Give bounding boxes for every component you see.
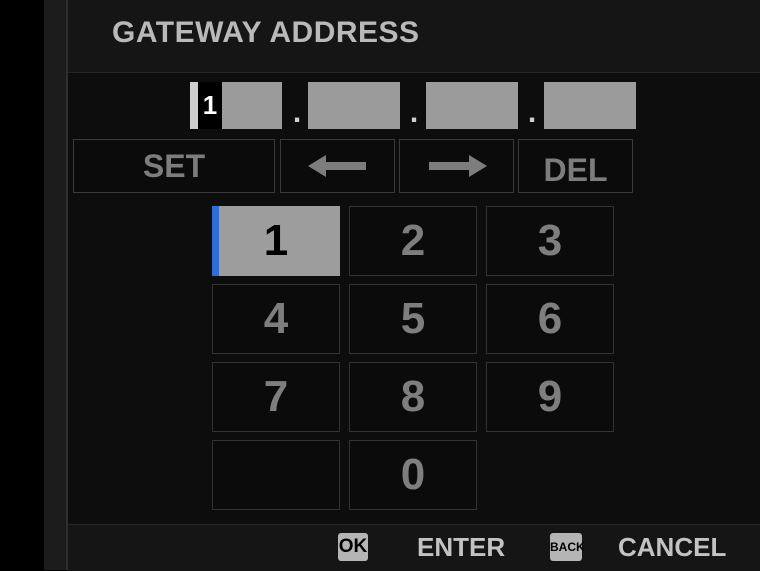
octet-field-1[interactable]: 1	[190, 82, 282, 129]
key-7[interactable]: 7	[212, 362, 340, 432]
key-8[interactable]: 8	[349, 362, 477, 432]
focus-indicator	[212, 206, 219, 276]
octet-field-1-marker	[190, 82, 198, 129]
key-blank[interactable]	[212, 440, 340, 510]
key-2[interactable]: 2	[349, 206, 477, 276]
delete-button[interactable]: DEL	[518, 139, 633, 193]
arrow-left-icon	[307, 155, 366, 177]
set-button[interactable]: SET	[73, 139, 275, 193]
octet-field-4[interactable]	[544, 82, 636, 129]
page-title: GATEWAY ADDRESS	[112, 16, 420, 49]
arrow-right-icon	[428, 155, 487, 177]
key-5[interactable]: 5	[349, 284, 477, 354]
enter-hint: ENTER	[417, 532, 506, 562]
cursor-right-button[interactable]	[399, 139, 514, 193]
left-side-bar	[44, 0, 66, 570]
octet-field-3[interactable]	[426, 82, 518, 129]
left-edge	[0, 0, 44, 570]
key-9[interactable]: 9	[486, 362, 614, 432]
cancel-hint: CANCEL	[618, 532, 727, 562]
header: GATEWAY ADDRESS	[68, 0, 760, 73]
key-1-label: 1	[263, 216, 289, 265]
octet-separator-2: .	[409, 96, 419, 129]
octet-field-1-value: 1	[198, 82, 222, 129]
footer-hint-bar: OK ENTER BACK CANCEL	[68, 524, 760, 571]
key-6[interactable]: 6	[486, 284, 614, 354]
cursor-left-button[interactable]	[280, 139, 395, 193]
key-1[interactable]: 1	[212, 206, 340, 276]
octet-separator-3: .	[527, 96, 537, 129]
key-3[interactable]: 3	[486, 206, 614, 276]
ok-button-icon: OK	[338, 533, 368, 561]
key-0[interactable]: 0	[349, 440, 477, 510]
octet-separator-1: .	[292, 96, 302, 129]
back-button-icon: BACK	[550, 533, 585, 561]
octet-field-2[interactable]	[308, 82, 400, 129]
key-4[interactable]: 4	[212, 284, 340, 354]
